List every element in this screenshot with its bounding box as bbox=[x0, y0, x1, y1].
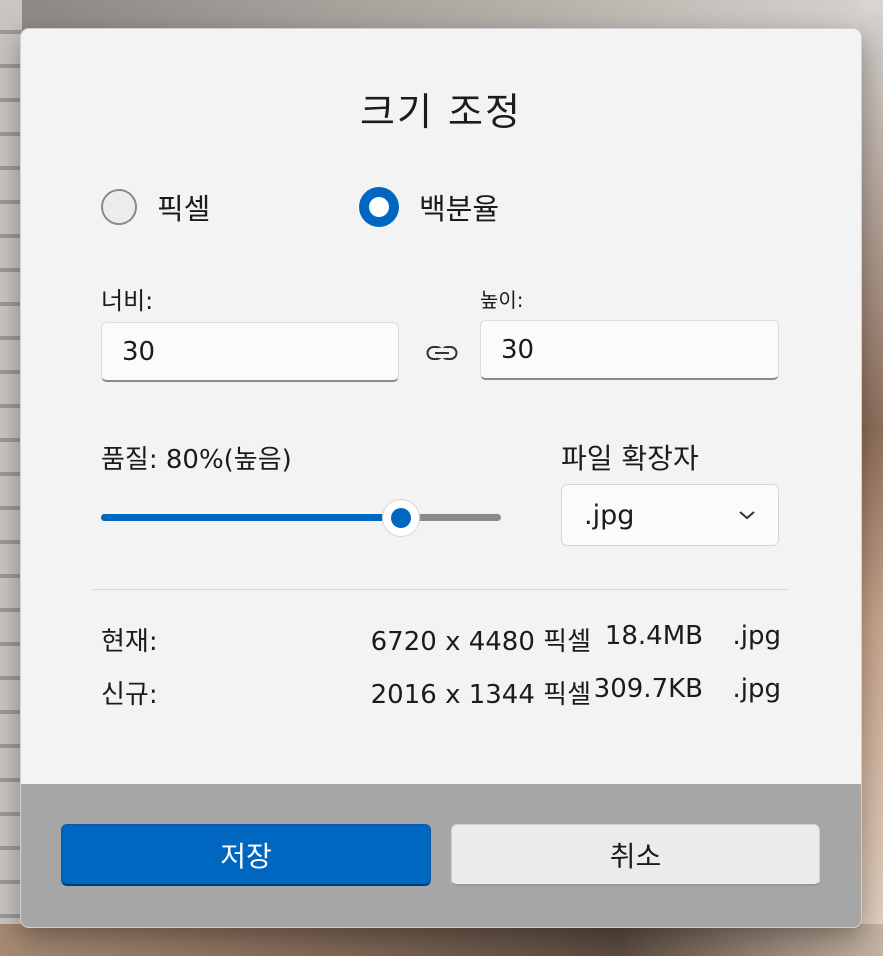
current-dimensions: 6720 x 4480 픽셀 bbox=[370, 627, 591, 657]
dialog-title: 크기 조정 bbox=[360, 90, 522, 134]
file-type-dropdown[interactable]: .jpg bbox=[561, 484, 779, 546]
new-size: 309.7KB bbox=[593, 674, 703, 704]
current-size: 18.4MB bbox=[604, 621, 703, 651]
height-input-value: 30 bbox=[501, 334, 535, 365]
width-input-value: 30 bbox=[122, 336, 156, 367]
chevron-down-icon bbox=[739, 511, 755, 520]
radio-percentage-label: 백분율 bbox=[419, 192, 500, 226]
height-label: 높이: bbox=[480, 288, 524, 312]
current-info-row: 현재: 6720 x 4480 픽셀 18.4MB .jpg bbox=[101, 621, 781, 657]
file-type-value: .jpg bbox=[584, 499, 635, 531]
new-info-row: 신규: 2016 x 1344 픽셀 309.7KB .jpg bbox=[101, 674, 781, 710]
divider bbox=[93, 589, 789, 590]
slider-fill bbox=[101, 514, 401, 521]
link-icon[interactable] bbox=[426, 345, 458, 361]
quality-slider[interactable] bbox=[101, 499, 501, 537]
dialog-footer: 저장 취소 bbox=[21, 784, 861, 927]
width-label: 너비: bbox=[101, 287, 154, 315]
radio-pixels[interactable]: 픽셀 bbox=[101, 186, 210, 228]
quality-label: 품질: 80%(높음) bbox=[101, 445, 292, 475]
new-dimensions: 2016 x 1344 픽셀 bbox=[370, 680, 591, 710]
current-label: 현재: bbox=[101, 627, 158, 657]
slider-thumb[interactable] bbox=[382, 499, 420, 537]
new-ext: .jpg bbox=[732, 674, 782, 704]
save-button[interactable]: 저장 bbox=[61, 824, 431, 886]
radio-pixels-label: 픽셀 bbox=[157, 192, 211, 226]
background-left-edge bbox=[0, 0, 22, 956]
radio-unselected-indicator[interactable] bbox=[101, 189, 137, 225]
cancel-button[interactable]: 취소 bbox=[451, 824, 820, 886]
width-input[interactable]: 30 bbox=[101, 322, 399, 382]
new-label: 신규: bbox=[101, 680, 158, 710]
file-type-label: 파일 확장자 bbox=[561, 442, 699, 475]
background-right-edge bbox=[859, 0, 883, 956]
background-bottom-edge bbox=[0, 924, 883, 956]
height-input[interactable]: 30 bbox=[480, 320, 779, 380]
radio-percentage[interactable]: 백분율 bbox=[359, 186, 499, 228]
radio-selected-indicator[interactable] bbox=[359, 187, 399, 227]
current-ext: .jpg bbox=[732, 621, 782, 651]
resize-dialog: 크기 조정 픽셀 백분율 너비: 높이: 30 30 품질: 80%(높음) 파… bbox=[20, 28, 862, 928]
